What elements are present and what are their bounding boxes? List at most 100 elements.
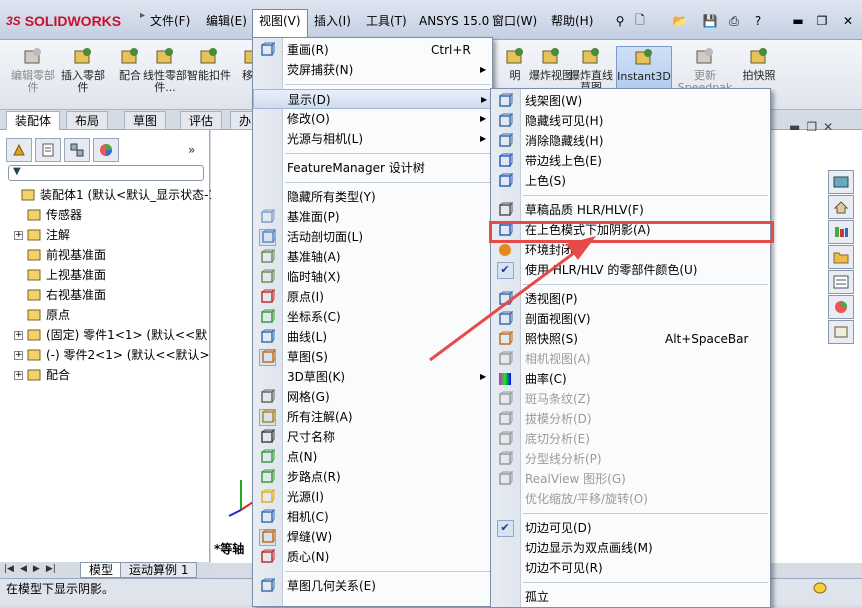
menu-item[interactable]: 环境封闭 — [491, 240, 770, 260]
tree-item[interactable]: 原点 — [14, 305, 70, 325]
menu-view[interactable]: 视图(V) — [252, 9, 308, 40]
tab-2[interactable]: 草图 — [124, 111, 167, 130]
menu-edit[interactable]: 编辑(E) — [200, 10, 253, 32]
filter-input[interactable]: ▼ — [8, 165, 204, 181]
menu-item[interactable]: ✔ 切边可见(D) — [491, 518, 770, 538]
menu-item[interactable]: 所有注解(A) — [253, 407, 492, 427]
menu-item[interactable]: 透视图(P) — [491, 289, 770, 309]
file-explorer-icon[interactable] — [828, 245, 854, 269]
menu-item[interactable]: 切边不可见(R) — [491, 558, 770, 578]
custom-properties-icon[interactable] — [828, 320, 854, 344]
menu-insert[interactable]: 插入(I) — [308, 10, 357, 32]
menu-item[interactable]: 基准轴(A) — [253, 247, 492, 267]
menu-item[interactable]: 焊缝(W) — [253, 527, 492, 547]
bottom-tab-1[interactable]: 运动算例 1 — [120, 562, 198, 578]
last-tab-icon[interactable]: ▶| — [46, 564, 56, 574]
close-icon[interactable]: ✕ — [823, 120, 833, 136]
menu-help[interactable]: 帮助(H) — [545, 10, 599, 32]
menu-item[interactable]: FeatureManager 设计树 — [253, 158, 492, 178]
property-manager-tab[interactable] — [35, 138, 61, 162]
prev-tab-icon[interactable]: ◀ — [20, 564, 27, 574]
display-manager-tab[interactable] — [93, 138, 119, 162]
feature-tree-tab[interactable] — [6, 138, 32, 162]
menu-item[interactable]: 显示(D) ▶ — [253, 89, 492, 109]
design-library-icon[interactable] — [828, 220, 854, 244]
restore-window-icon[interactable]: ❐ — [810, 10, 834, 32]
menu-item[interactable]: 消除隐藏线(H) — [491, 131, 770, 151]
tree-item[interactable]: 装配体1 (默认<默认_显示状态-1 — [8, 185, 216, 205]
menu-item[interactable]: 基准面(P) — [253, 207, 492, 227]
save-icon[interactable]: 💾 — [698, 10, 722, 32]
collapse-panel-icon[interactable]: » — [188, 138, 202, 164]
help-icon[interactable]: ? — [746, 10, 770, 32]
menu-item[interactable]: 上色(S) — [491, 171, 770, 191]
next-tab-icon[interactable]: ▶ — [33, 564, 40, 574]
first-tab-icon[interactable]: |◀ — [4, 564, 14, 574]
menu-item[interactable]: 尺寸名称 — [253, 427, 492, 447]
tree-item[interactable]: + 配合 — [14, 365, 70, 385]
minimize-icon[interactable]: ▬ — [789, 120, 800, 136]
menu-item[interactable]: 剖面视图(V) — [491, 309, 770, 329]
menu-item[interactable]: 网格(G) — [253, 387, 492, 407]
menu-item[interactable]: ✔ 使用 HLR/HLV 的零部件颜色(U) — [491, 260, 770, 280]
menu-item[interactable]: 草稿品质 HLR/HLV(F) — [491, 200, 770, 220]
tree-item[interactable]: + (-) 零件2<1> (默认<<默认> — [14, 345, 210, 365]
resources-icon[interactable] — [828, 170, 854, 194]
menu-item[interactable]: 荧屏捕获(N) ▶ — [253, 60, 492, 80]
menu-item[interactable]: 孤立 — [491, 587, 770, 607]
print-icon[interactable]: ⎙ — [722, 10, 746, 32]
menu-item[interactable]: 3D草图(K) ▶ — [253, 367, 492, 387]
menu-item[interactable]: 坐标系(C) — [253, 307, 492, 327]
bottom-tab-0[interactable]: 模型 — [80, 562, 123, 578]
menu-item[interactable]: 活动剖切面(L) — [253, 227, 492, 247]
menu-item[interactable]: 质心(N) — [253, 547, 492, 567]
menu-file[interactable]: 文件(F) — [144, 10, 196, 32]
cmd-insert-component[interactable]: 插入零部件 — [58, 46, 108, 106]
menu-item[interactable]: 带边线上色(E) — [491, 151, 770, 171]
menu-item[interactable]: 光源(I) — [253, 487, 492, 507]
view-palette-icon[interactable] — [828, 270, 854, 294]
appearances-icon[interactable] — [828, 295, 854, 319]
configuration-manager-tab[interactable] — [64, 138, 90, 162]
menu-item[interactable]: 曲线(L) — [253, 327, 492, 347]
menu-item[interactable]: 相机(C) — [253, 507, 492, 527]
rebuild-icon[interactable] — [812, 581, 828, 601]
home-icon[interactable] — [828, 195, 854, 219]
tree-item[interactable]: 前视基准面 — [14, 245, 106, 265]
expand-icon[interactable]: + — [14, 230, 23, 240]
minimize-window-icon[interactable]: ▬ — [786, 10, 810, 32]
menu-item[interactable]: 点(N) — [253, 447, 492, 467]
menu-item[interactable]: 切边显示为双点画线(M) — [491, 538, 770, 558]
tree-item[interactable]: 上视基准面 — [14, 265, 106, 285]
menu-item[interactable]: 隐藏线可见(H) — [491, 111, 770, 131]
tab-1[interactable]: 布局 — [66, 111, 109, 130]
expand-icon[interactable]: + — [14, 350, 23, 360]
menu-item[interactable]: 光源与相机(L) ▶ — [253, 129, 492, 149]
restore-icon[interactable]: ❐ — [806, 120, 817, 136]
expand-icon[interactable]: + — [14, 370, 23, 380]
menu-item[interactable]: 原点(I) — [253, 287, 492, 307]
new-doc-icon[interactable]: 🗋 — [628, 10, 652, 32]
close-window-icon[interactable]: ✕ — [836, 10, 860, 32]
menu-item[interactable]: 修改(O) ▶ — [253, 109, 492, 129]
menu-item[interactable]: 步路点(R) — [253, 467, 492, 487]
cmd-smart-fastener[interactable]: 智能扣件 — [184, 46, 234, 106]
open-icon[interactable]: 📂 — [668, 10, 692, 32]
cmd-linear-pattern[interactable]: 线性零部件... — [140, 46, 190, 106]
menu-item[interactable]: 重画(R) Ctrl+R — [253, 40, 492, 60]
cmd-edit-component[interactable]: 编辑零部件 — [8, 46, 58, 106]
menu-item[interactable]: 线架图(W) — [491, 91, 770, 111]
tree-item[interactable]: + (固定) 零件1<1> (默认<<默 — [14, 325, 207, 345]
menu-window[interactable]: 窗口(W) — [486, 10, 543, 32]
menu-ansys[interactable]: ANSYS 15.0 — [413, 10, 495, 32]
tab-0[interactable]: 装配体 — [6, 111, 61, 130]
tree-item[interactable]: 传感器 — [14, 205, 82, 225]
menu-item[interactable]: 隐藏所有类型(Y) — [253, 187, 492, 207]
tree-item[interactable]: 右视基准面 — [14, 285, 106, 305]
tab-3[interactable]: 评估 — [180, 111, 223, 130]
menu-item[interactable]: 草图几何关系(E) — [253, 576, 492, 596]
menu-item[interactable]: 曲率(C) — [491, 369, 770, 389]
menu-item[interactable]: 照快照(S) Alt+SpaceBar — [491, 329, 770, 349]
menu-item[interactable]: 临时轴(X) — [253, 267, 492, 287]
menu-tools[interactable]: 工具(T) — [360, 10, 413, 32]
